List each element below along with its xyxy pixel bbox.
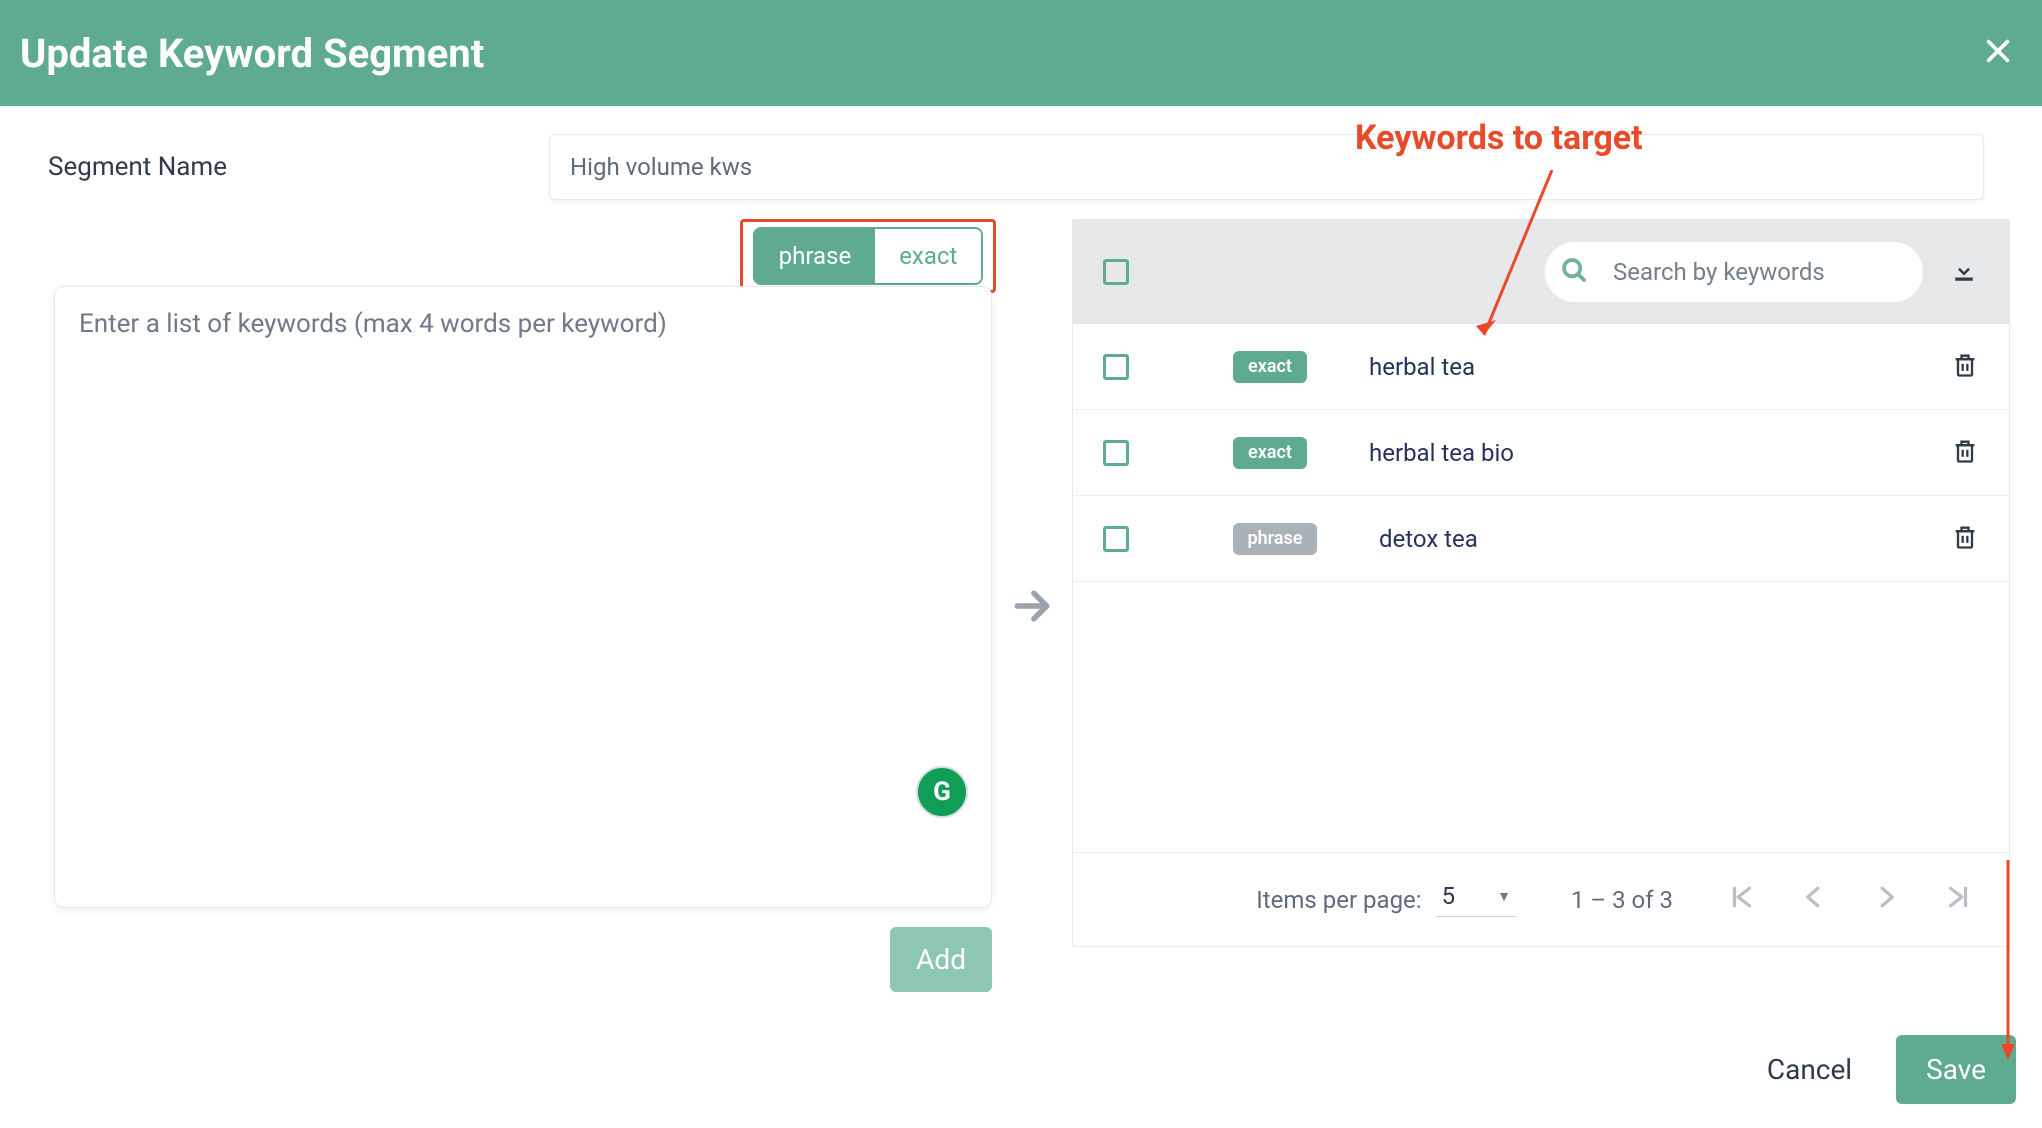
- keyword-table-footer: Items per page: 5 ▼ 1 – 3 of 3: [1073, 852, 2009, 946]
- grammarly-icon[interactable]: G: [916, 766, 968, 818]
- segment-name-row: Segment Name: [0, 106, 2042, 200]
- keyword-entry-panel: G Add: [54, 286, 992, 912]
- pagination-info: 1 – 3 of 3: [1571, 886, 1673, 914]
- keyword-search-input[interactable]: [1613, 258, 1899, 286]
- select-all-checkbox[interactable]: [1103, 259, 1129, 285]
- dialog-actions: Cancel Save: [1747, 1035, 2016, 1104]
- keyword-table-panel: exact herbal tea exact herbal tea bio ph…: [1072, 219, 2010, 947]
- trash-icon[interactable]: [1951, 351, 1979, 383]
- next-page-icon[interactable]: [1871, 882, 1901, 918]
- add-button[interactable]: Add: [890, 927, 992, 992]
- keyword-search: [1545, 242, 1923, 302]
- match-type-phrase-button[interactable]: phrase: [755, 229, 876, 283]
- keyword-table-body: exact herbal tea exact herbal tea bio ph…: [1073, 324, 2009, 852]
- items-per-page-select[interactable]: 5 ▼: [1436, 882, 1517, 917]
- previous-page-icon[interactable]: [1799, 882, 1829, 918]
- download-icon[interactable]: [1949, 255, 1979, 289]
- segment-name-label: Segment Name: [48, 152, 227, 182]
- row-checkbox[interactable]: [1103, 354, 1129, 380]
- match-type-toggle: phrase exact: [753, 227, 984, 285]
- chevron-down-icon: ▼: [1497, 888, 1511, 905]
- keyword-text: detox tea: [1379, 525, 1478, 553]
- cancel-button[interactable]: Cancel: [1747, 1035, 1872, 1104]
- keyword-text: herbal tea bio: [1369, 439, 1514, 467]
- table-row: exact herbal tea: [1073, 324, 2009, 410]
- match-type-badge: phrase: [1233, 523, 1317, 555]
- match-type-toggle-highlight: phrase exact: [740, 219, 996, 293]
- items-per-page-value: 5: [1442, 882, 1456, 910]
- close-icon[interactable]: [1984, 35, 2012, 71]
- first-page-icon[interactable]: [1727, 882, 1757, 918]
- pager: [1727, 882, 1973, 918]
- dialog-title: Update Keyword Segment: [20, 30, 484, 77]
- row-checkbox[interactable]: [1103, 440, 1129, 466]
- segment-name-input[interactable]: [549, 134, 1984, 200]
- arrow-right-icon: [1010, 584, 1054, 632]
- search-icon: [1559, 255, 1589, 289]
- dialog-header: Update Keyword Segment: [0, 0, 2042, 106]
- items-per-page-label: Items per page:: [1256, 886, 1421, 914]
- keyword-text: herbal tea: [1369, 353, 1475, 381]
- keyword-table-header: [1073, 220, 2009, 324]
- trash-icon[interactable]: [1951, 437, 1979, 469]
- table-row: exact herbal tea bio: [1073, 410, 2009, 496]
- table-row: phrase detox tea: [1073, 496, 2009, 582]
- match-type-badge: exact: [1233, 351, 1307, 383]
- match-type-badge: exact: [1233, 437, 1307, 469]
- keyword-textarea[interactable]: [54, 286, 992, 908]
- trash-icon[interactable]: [1951, 523, 1979, 555]
- match-type-exact-button[interactable]: exact: [875, 229, 981, 283]
- save-button[interactable]: Save: [1896, 1035, 2016, 1104]
- last-page-icon[interactable]: [1943, 882, 1973, 918]
- update-keyword-segment-dialog: Update Keyword Segment Segment Name phra…: [0, 0, 2042, 1128]
- row-checkbox[interactable]: [1103, 526, 1129, 552]
